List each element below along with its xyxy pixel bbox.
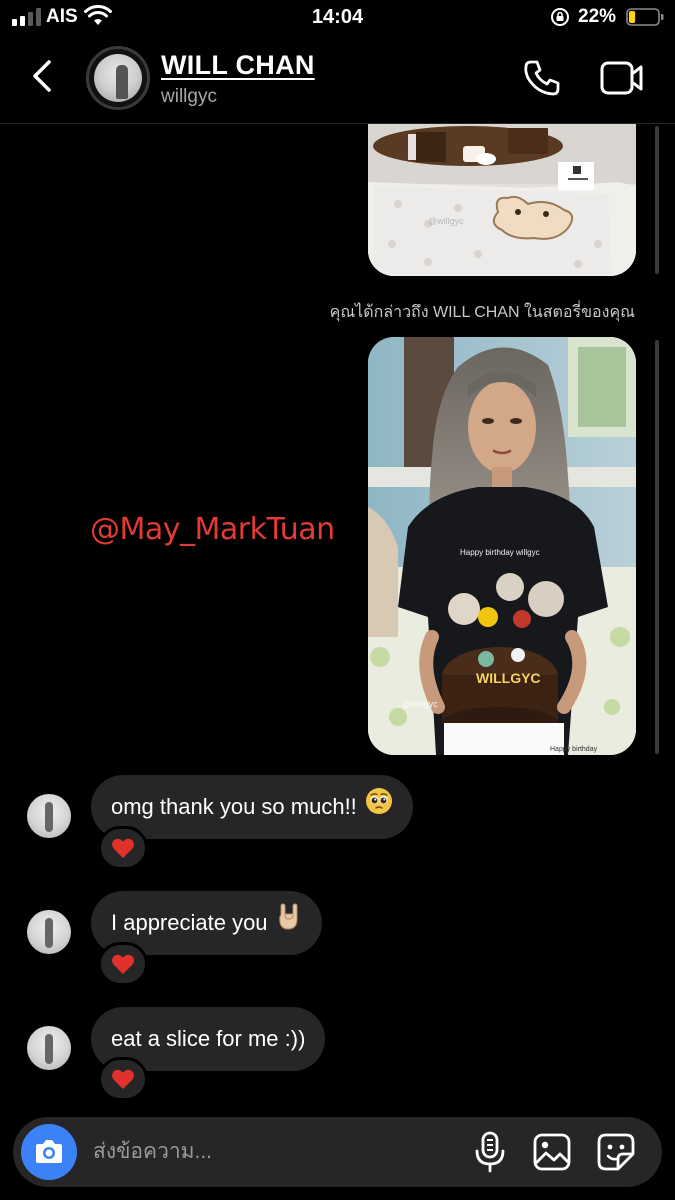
- birthday-card-text: Happy birthday: [550, 746, 598, 753]
- heart-reaction[interactable]: [98, 826, 148, 870]
- avatar-photo: [94, 54, 142, 102]
- contact-avatar[interactable]: [86, 46, 150, 110]
- message-text: omg thank you so much!!: [111, 794, 357, 819]
- pleading-face-icon: [365, 776, 393, 840]
- sender-avatar[interactable]: [27, 910, 71, 954]
- camera-icon: [36, 1140, 62, 1163]
- watermark-text: @May_MarkTuan: [90, 512, 335, 547]
- message-bubble[interactable]: omg thank you so much!!: [91, 775, 413, 839]
- sender-avatar[interactable]: [27, 794, 71, 838]
- message-input[interactable]: [93, 1131, 453, 1173]
- status-time: 14:04: [311, 6, 364, 28]
- avatar-figure: [116, 65, 128, 99]
- contact-username[interactable]: willgyc: [161, 86, 217, 108]
- svg-text:WILLGYC: WILLGYC: [476, 670, 541, 686]
- story-mention-notice: คุณได้กล่าวถึง WILL CHAN ในสตอรี่ของคุณ: [329, 304, 635, 321]
- story-mention-photo[interactable]: Happy birthday willgyc WILLGYC @willgyc …: [368, 337, 636, 755]
- red-heart-icon: [112, 954, 134, 974]
- microphone-icon[interactable]: [473, 1131, 507, 1173]
- orientation-lock-icon: [551, 8, 569, 26]
- message-composer: [13, 1117, 662, 1187]
- cake-photo-image: @willgyc: [368, 124, 636, 276]
- red-heart-icon: [112, 838, 134, 858]
- shared-photo-cake[interactable]: @willgyc: [368, 124, 636, 276]
- sign-of-the-horns-icon: [276, 892, 302, 956]
- contact-name[interactable]: WILL CHAN: [161, 50, 315, 81]
- red-heart-icon: [112, 1069, 134, 1089]
- story-photo-caption: @willgyc: [402, 699, 438, 709]
- video-call-icon[interactable]: [600, 60, 644, 96]
- gallery-icon[interactable]: [532, 1132, 572, 1172]
- status-bar: AIS 14:04 22%: [0, 0, 675, 36]
- top-photo-caption: @willgyc: [428, 216, 464, 226]
- battery-icon: [626, 8, 664, 26]
- media-scroll-indicator: [655, 126, 659, 274]
- media-scroll-indicator-2: [655, 340, 659, 754]
- heart-reaction[interactable]: [98, 942, 148, 986]
- shirt-print-text: Happy birthday willgyc: [460, 548, 540, 557]
- story-photo-image: Happy birthday willgyc WILLGYC @willgyc …: [368, 337, 636, 755]
- message-text: eat a slice for me :)): [111, 1026, 306, 1051]
- camera-button[interactable]: [21, 1124, 77, 1180]
- phone-call-icon[interactable]: [522, 58, 562, 98]
- heart-reaction[interactable]: [98, 1057, 148, 1101]
- back-arrow-icon[interactable]: [24, 56, 60, 96]
- chat-header: WILL CHAN willgyc: [0, 36, 675, 124]
- sender-avatar[interactable]: [27, 1026, 71, 1070]
- sticker-icon[interactable]: [596, 1132, 636, 1172]
- battery-percent: 22%: [578, 6, 617, 27]
- message-text: I appreciate you: [111, 910, 268, 935]
